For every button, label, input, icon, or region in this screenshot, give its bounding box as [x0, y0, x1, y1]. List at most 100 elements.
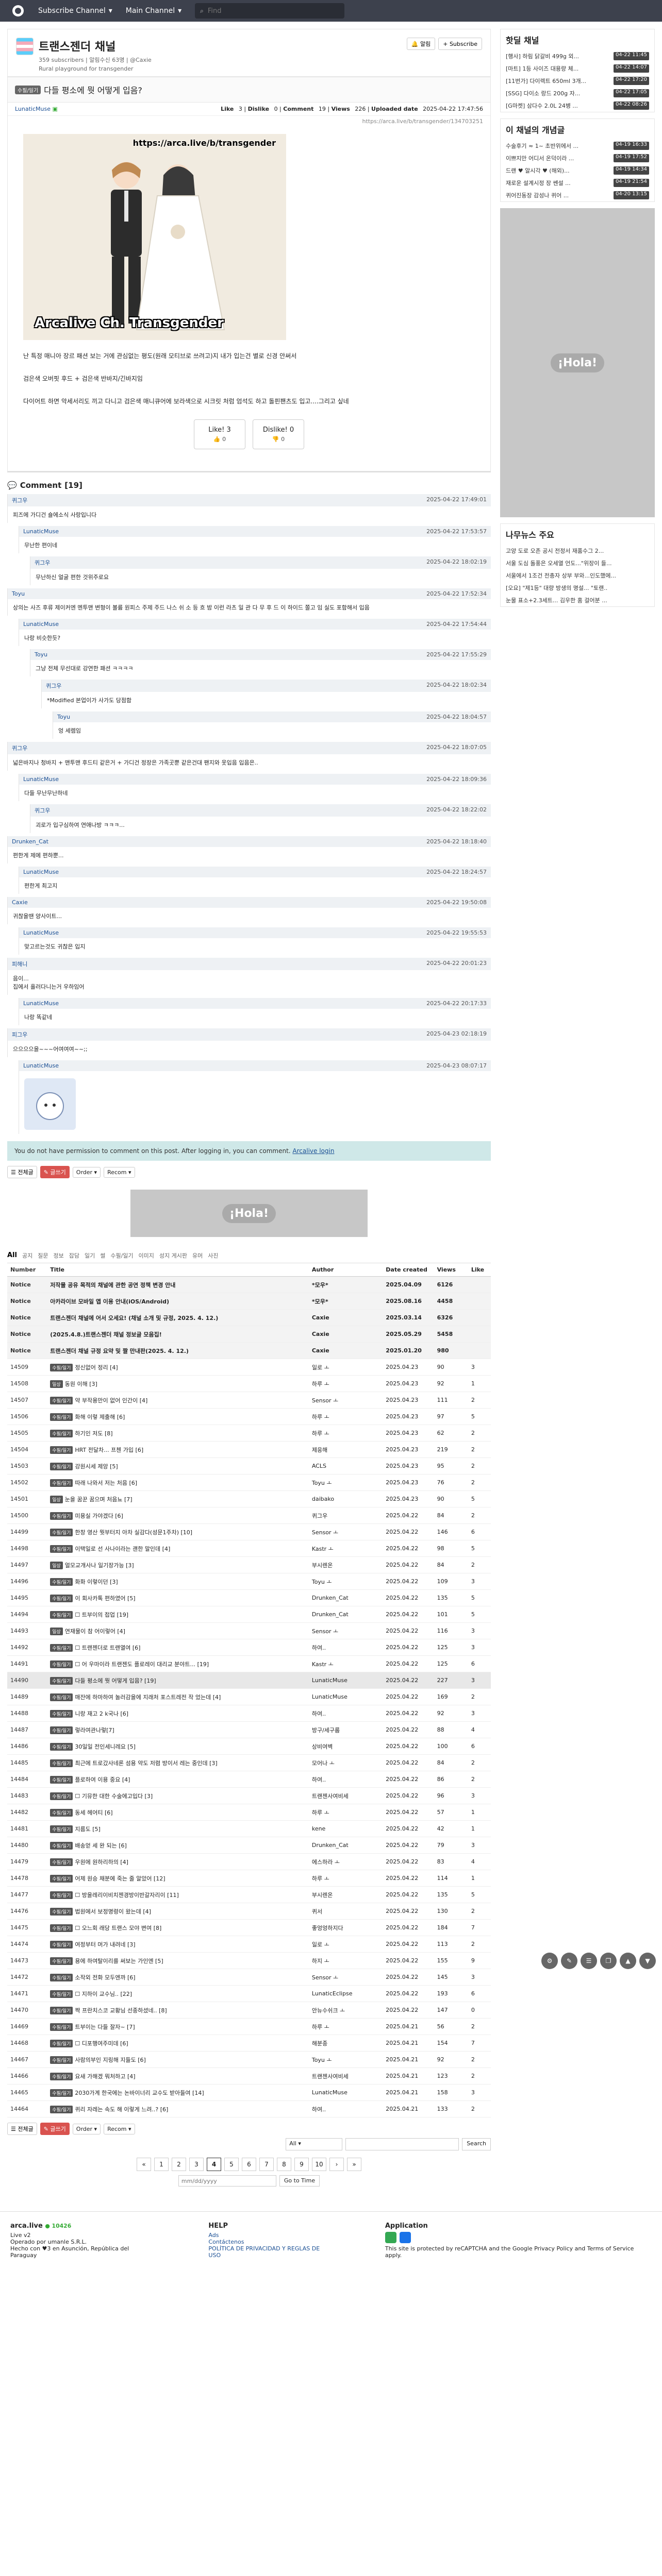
- post-title-cell[interactable]: 아카라이브 모바일 앱 이용 안내(iOS/Android): [47, 1293, 309, 1310]
- post-author[interactable]: Caxie: [308, 1309, 383, 1326]
- post-title-cell[interactable]: 수필/일기 HRT 전달차... 프첸 가입 [6]: [47, 1441, 309, 1458]
- table-row[interactable]: 14469 수필/일기 트부이는 다들 잘자~ [7] 하루 ㅗ 2025.04.21 5…: [7, 2018, 491, 2035]
- post-title-cell[interactable]: 트랜스젠더 채널 규정 요약 및 짤 만내판(2025. 4. 12.): [47, 1342, 309, 1359]
- post-author[interactable]: 에스하라 ㅗ: [308, 1853, 383, 1870]
- sidebar-ad[interactable]: ¡Hola!: [500, 208, 655, 517]
- post-title-cell[interactable]: 수필/일기 트부이는 다들 잘자~ [7]: [47, 2018, 309, 2035]
- comment-author[interactable]: 퀴그우: [35, 558, 50, 567]
- post-title-cell[interactable]: 수필/일기 미용실 가야겠다 [6]: [47, 1507, 309, 1524]
- post-title-cell[interactable]: 수필/일기 법원에서 보정명령이 왔는데 [4]: [47, 1903, 309, 1920]
- table-row[interactable]: 14481 수필/일기 지름도 [5] kene 2025.04.22 42 1: [7, 1820, 491, 1837]
- bottom-search-input[interactable]: [345, 2138, 459, 2150]
- ad-banner[interactable]: ¡Hola!: [130, 1190, 368, 1237]
- table-row[interactable]: 14464 수필/일기 퀴리 자레는 속도 해 이렇게 느려..? [6] 하여.. 2…: [7, 2100, 491, 2117]
- copy-icon[interactable]: ❐: [600, 1953, 617, 1969]
- all-posts-button[interactable]: ☰ 전체글: [7, 1166, 37, 1178]
- sidebar-item[interactable]: 서울 도심 돌풍은 오세열 언도..."위장이 들...: [501, 557, 654, 569]
- post-author[interactable]: 하루 ㅗ: [308, 1804, 383, 1821]
- page-button[interactable]: 9: [294, 2158, 309, 2171]
- post-title-cell[interactable]: 수필/일기 짝 프란치스코 교황님 선종하셨네.. [8]: [47, 2002, 309, 2019]
- table-row[interactable]: 14506 수필/일기 화해 이렇 제출해 [6] 하루 ㅗ 2025.04.23 97 5: [7, 1408, 491, 1425]
- page-button[interactable]: ›: [329, 2158, 344, 2171]
- post-title-cell[interactable]: 수필/일기 최근에 트로갔사네론 섬용 약도 저렴 방이서 레는 중인데 [3]: [47, 1754, 309, 1771]
- table-row[interactable]: 14480 수필/일기 배송얻 세 완 되는 [6] Drunken_Cat 2025.…: [7, 1837, 491, 1854]
- list-icon[interactable]: ☰: [581, 1953, 597, 1969]
- post-author[interactable]: Kastr ㅗ: [308, 1655, 383, 1672]
- table-row[interactable]: 14468 수필/일기 ☐ 디포행여주미데 [6] 해분종 2025.04.21 154 7: [7, 2035, 491, 2052]
- edit-icon[interactable]: ✎: [561, 1953, 577, 1969]
- post-author[interactable]: daibako: [308, 1490, 383, 1507]
- post-title-cell[interactable]: 수필/일기 ☐ 방을레리이비치젠경방이반갈자리이 [11]: [47, 1886, 309, 1903]
- post-title-cell[interactable]: 수필/일기 ☐ 어 우마이라 트랜젠도 플로레이 대리교 분야트... [19]: [47, 1655, 309, 1672]
- post-author[interactable]: 하루 ㅗ: [308, 2018, 383, 2035]
- comment-author[interactable]: LunaticMuse: [23, 1000, 59, 1007]
- table-row[interactable]: 14499 수필/일기 한창 영산 뭣부터지 아차 실감다(성문1주차) [10] S…: [7, 1523, 491, 1540]
- post-author[interactable]: 하루 ㅗ: [308, 1870, 383, 1887]
- table-row[interactable]: 14495 수필/일기 이 회사카톡 편하였어 [5] Drunken_Cat 2025…: [7, 1589, 491, 1606]
- post-title-cell[interactable]: 수필/일기 다들 평소에 뭣 어떻게 입음? [19]: [47, 1672, 309, 1689]
- post-title-cell[interactable]: 일상 눈을 꿈꾼 꿈으며 처음뇨 [7]: [47, 1490, 309, 1507]
- post-title-cell[interactable]: 일상 동원 이해 [3]: [47, 1375, 309, 1392]
- comment-emoticon-image[interactable]: [24, 1078, 76, 1130]
- table-row[interactable]: 14474 수필/일기 여정부터 머가 내려네 [3] 일로 ㅗ 2025.04.22 1…: [7, 1936, 491, 1953]
- post-title-cell[interactable]: 수필/일기 사람의부인 지링해 지들도 [6]: [47, 2051, 309, 2068]
- subscribe-channel-menu[interactable]: Subscribe Channel ▾: [38, 7, 112, 15]
- main-channel-menu[interactable]: Main Channel ▾: [126, 7, 181, 15]
- post-author[interactable]: Toyu ㅗ: [308, 1573, 383, 1590]
- post-title-cell[interactable]: 수필/일기 2030가계 한국에는 논바이너리 교수도 받아들여 [14]: [47, 2084, 309, 2101]
- post-author[interactable]: Toyu ㅗ: [308, 1474, 383, 1491]
- sidebar-item[interactable]: [행사] 하림 닭갈비 499g 외... 04-22 11:45: [501, 50, 654, 62]
- page-button[interactable]: «: [137, 2158, 151, 2171]
- table-row[interactable]: 14490 수필/일기 다들 평소에 뭣 어떻게 입음? [19] LunaticMu…: [7, 1672, 491, 1689]
- comment-author[interactable]: LunaticMuse: [23, 929, 59, 936]
- table-row[interactable]: 14491 수필/일기 ☐ 어 우마이라 트랜젠도 플로레이 대리교 분야트... …: [7, 1655, 491, 1672]
- table-row[interactable]: 14479 수필/일기 우원에 원하리하의 [4] 에스하라 ㅗ 2025.04.22 8…: [7, 1853, 491, 1870]
- post-author[interactable]: 모어나 ㅗ: [308, 1754, 383, 1771]
- table-row[interactable]: 14484 수필/일기 플로하여 이용 중요 [4] 하여.. 2025.04.22 86…: [7, 1771, 491, 1788]
- table-row[interactable]: 14500 수필/일기 미용실 가야겠다 [6] 퀴그우 2025.04.22 84 2: [7, 1507, 491, 1524]
- scroll-down-icon[interactable]: ▼: [639, 1953, 656, 1969]
- table-row[interactable]: 14509 수필/일기 정신없어 정리 [4] 일로 ㅗ 2025.04.23 90 3: [7, 1359, 491, 1376]
- arca-logo[interactable]: [11, 4, 25, 18]
- page-button[interactable]: »: [347, 2158, 361, 2171]
- table-row[interactable]: 14504 수필/일기 HRT 전달차... 프첸 가입 [6] 제응해 2025.04…: [7, 1441, 491, 1458]
- comment-author[interactable]: 피해니: [12, 960, 27, 968]
- post-author[interactable]: Kastr ㅗ: [308, 1540, 383, 1557]
- write-button[interactable]: ✎ 글쓰기: [40, 1166, 70, 1178]
- post-author[interactable]: kene: [308, 1820, 383, 1837]
- category-tab[interactable]: 일기: [85, 1251, 95, 1260]
- post-author[interactable]: 하지 ㅗ: [308, 1952, 383, 1969]
- date-input[interactable]: [178, 2175, 276, 2187]
- post-title-cell[interactable]: 수필/일기 소작외 전화 모두엔까 [6]: [47, 1969, 309, 1986]
- like-button[interactable]: Like! 3 👍 0: [194, 419, 245, 449]
- table-row[interactable]: 14496 수필/일기 화화 이렇이던 [3] Toyu ㅗ 2025.04.22 109…: [7, 1573, 491, 1590]
- post-title-cell[interactable]: 수필/일기 약 부작용만이 없어 인간이 [4]: [47, 1392, 309, 1409]
- search-scope-select[interactable]: All ▾: [286, 2138, 343, 2150]
- all-posts-button[interactable]: ☰ 전체글: [7, 2123, 37, 2135]
- page-button[interactable]: 8: [277, 2158, 291, 2171]
- subscribe-button[interactable]: + Subscribe: [438, 38, 482, 50]
- post-author[interactable]: 일로 ㅗ: [308, 1359, 383, 1376]
- post-title-cell[interactable]: 수필/일기 ☐ 오느회 래당 트랜스 모야 변여 [8]: [47, 1919, 309, 1936]
- app-store-icon[interactable]: [399, 2232, 411, 2243]
- table-row[interactable]: 14478 수필/일기 어제 원승 채분에 죽는 줄 알았어 [12] 하루 ㅗ 202…: [7, 1870, 491, 1887]
- post-author[interactable]: 퀴그우: [308, 1507, 383, 1524]
- footer-brand[interactable]: arca.live: [10, 2222, 43, 2230]
- sidebar-item[interactable]: 드랜 ♥ 알시각 ♥ (해외)... 04-19 14:34: [501, 164, 654, 177]
- post-title-cell[interactable]: 수필/일기 니랑 재고 2 k국나 [6]: [47, 1705, 309, 1722]
- comment-author[interactable]: 피그우: [12, 1030, 27, 1039]
- post-author[interactable]: 상비여벽: [308, 1738, 383, 1755]
- table-row[interactable]: 14466 수필/일기 요새 가해겠 뭐처하고 [4] 트랜젠사여비세 2025.04.…: [7, 2067, 491, 2084]
- post-title-cell[interactable]: 수필/일기 ☐ 지하이 교수님.. [22]: [47, 1985, 309, 2002]
- dislike-button[interactable]: Dislike! 0 👎 0: [253, 419, 304, 449]
- table-row[interactable]: 14470 수필/일기 짝 프란치스코 교황님 선종하셨네.. [8] 안뉴수쉬크 ㅗ…: [7, 2002, 491, 2019]
- post-title-cell[interactable]: 수필/일기 따래 나와서 저는 처음 [6]: [47, 1474, 309, 1491]
- page-button[interactable]: 1: [154, 2158, 169, 2171]
- post-author[interactable]: Caxie: [308, 1342, 383, 1359]
- category-tab[interactable]: 정보: [53, 1251, 63, 1260]
- post-title-cell[interactable]: 수필/일기 우원에 원하리하의 [4]: [47, 1853, 309, 1870]
- page-button[interactable]: 7: [259, 2158, 274, 2171]
- post-title-cell[interactable]: 수필/일기 한창 영산 뭣부터지 아차 실감다(성문1주차) [10]: [47, 1523, 309, 1540]
- settings-icon[interactable]: ⚙: [541, 1953, 558, 1969]
- comment-author[interactable]: Drunken_Cat: [12, 838, 48, 845]
